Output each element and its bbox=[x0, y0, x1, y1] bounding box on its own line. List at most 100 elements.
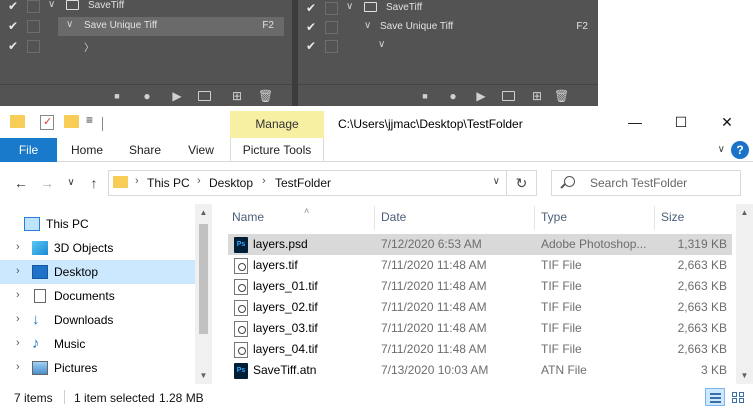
refresh-button[interactable]: ↻ bbox=[506, 171, 536, 195]
breadcrumb-this-pc[interactable]: This PC bbox=[147, 176, 190, 190]
new-action-icon[interactable]: ⊞ bbox=[230, 89, 244, 103]
nav-item-music[interactable]: › ♪ Music bbox=[0, 332, 195, 356]
chevron-down-icon[interactable]: ∨ bbox=[48, 0, 55, 10]
file-row[interactable]: layers_03.tif 7/11/2020 11:48 AM TIF Fil… bbox=[228, 318, 732, 339]
minimize-button[interactable]: — bbox=[612, 106, 658, 138]
address-bar[interactable]: › This PC › Desktop › TestFolder ∨ ↻ bbox=[108, 170, 537, 196]
help-icon[interactable]: ? bbox=[731, 141, 749, 159]
dialog-toggle-box[interactable] bbox=[325, 40, 338, 53]
tab-file[interactable]: File bbox=[0, 138, 57, 162]
file-row[interactable]: Ps SaveTiff.atn 7/13/2020 10:03 AM ATN F… bbox=[228, 360, 732, 381]
nav-item-this-pc[interactable]: This PC bbox=[0, 212, 195, 236]
new-set-folder-icon[interactable] bbox=[198, 91, 211, 101]
scroll-down-icon[interactable]: ▼ bbox=[195, 367, 212, 384]
expand-icon[interactable]: › bbox=[16, 289, 20, 301]
tab-view[interactable]: View bbox=[176, 138, 226, 162]
action-set-row[interactable]: ✔ ∨ SaveTiff bbox=[0, 0, 292, 16]
properties-icon[interactable]: ✓ bbox=[40, 115, 54, 130]
checkmark-icon[interactable]: ✔ bbox=[6, 19, 20, 33]
chevron-down-icon[interactable]: ∨ bbox=[346, 1, 353, 12]
dialog-toggle-box[interactable] bbox=[325, 2, 338, 15]
checkmark-icon[interactable]: ✔ bbox=[304, 1, 318, 15]
checkmark-icon[interactable]: ✔ bbox=[304, 20, 318, 34]
dialog-toggle-box[interactable] bbox=[325, 21, 338, 34]
qat-dropdown-icon[interactable]: ≡ bbox=[86, 113, 93, 127]
column-header-name[interactable]: Name ˄ bbox=[232, 206, 309, 224]
dialog-toggle-box[interactable] bbox=[27, 20, 40, 33]
column-header-date[interactable]: Date bbox=[381, 210, 406, 224]
breadcrumb-separator[interactable]: › bbox=[135, 175, 139, 187]
chevron-down-icon[interactable]: ∨ bbox=[378, 39, 385, 50]
file-list-scrollbar[interactable]: ▲ ▼ bbox=[736, 204, 753, 384]
breadcrumb-separator[interactable]: › bbox=[197, 175, 201, 187]
file-row[interactable]: layers_02.tif 7/11/2020 11:48 AM TIF Fil… bbox=[228, 297, 732, 318]
scroll-up-icon[interactable]: ▲ bbox=[736, 204, 753, 221]
nav-pane-scrollbar[interactable]: ▲ ▼ bbox=[195, 204, 212, 384]
nav-item-documents[interactable]: › Documents bbox=[0, 284, 195, 308]
tab-picture-tools[interactable]: Picture Tools bbox=[230, 138, 324, 162]
play-icon[interactable]: ▶ bbox=[170, 89, 184, 103]
up-button[interactable]: ↑ bbox=[85, 174, 103, 192]
details-view-button[interactable] bbox=[705, 388, 725, 406]
action-set-row[interactable]: ✔ ∨ SaveTiff bbox=[298, 0, 598, 18]
nav-item-pictures[interactable]: › Pictures bbox=[0, 356, 195, 380]
search-box[interactable] bbox=[551, 170, 741, 196]
play-icon[interactable]: ▶ bbox=[474, 89, 488, 103]
tab-home[interactable]: Home bbox=[60, 138, 114, 162]
recent-locations-button[interactable]: ∨ bbox=[62, 174, 80, 192]
breadcrumb-separator[interactable]: › bbox=[262, 175, 266, 187]
tab-share[interactable]: Share bbox=[118, 138, 172, 162]
dialog-toggle-box[interactable] bbox=[27, 0, 40, 13]
expand-icon[interactable]: › bbox=[16, 337, 20, 349]
chevron-down-icon[interactable]: ∨ bbox=[364, 20, 371, 31]
delete-icon[interactable]: 🗑 bbox=[554, 89, 569, 103]
address-dropdown-icon[interactable]: ∨ bbox=[493, 176, 500, 187]
chevron-down-icon[interactable]: ∨ bbox=[66, 19, 73, 30]
record-icon[interactable]: ● bbox=[446, 89, 460, 103]
new-action-icon[interactable]: ⊞ bbox=[530, 89, 544, 103]
expand-icon[interactable]: › bbox=[16, 265, 20, 277]
action-row-selected[interactable]: ∨ Save Unique Tiff F2 bbox=[58, 17, 284, 36]
expand-ribbon-icon[interactable]: ∨ bbox=[718, 144, 725, 155]
nav-item-desktop[interactable]: › Desktop bbox=[0, 260, 195, 284]
forward-button[interactable]: → bbox=[38, 174, 56, 192]
breadcrumb-desktop[interactable]: Desktop bbox=[209, 176, 253, 190]
large-icons-view-button[interactable] bbox=[728, 388, 748, 406]
file-row[interactable]: layers_01.tif 7/11/2020 11:48 AM TIF Fil… bbox=[228, 276, 732, 297]
stop-icon[interactable]: ■ bbox=[110, 89, 124, 103]
breadcrumb-testfolder[interactable]: TestFolder bbox=[275, 176, 331, 190]
checkmark-icon[interactable]: ✔ bbox=[6, 39, 20, 53]
search-input[interactable] bbox=[590, 175, 735, 191]
new-set-folder-icon[interactable] bbox=[502, 91, 515, 101]
action-step-row[interactable]: ✔ ∨ bbox=[298, 37, 598, 56]
column-divider[interactable] bbox=[654, 206, 655, 230]
stop-icon[interactable]: ■ bbox=[418, 89, 432, 103]
checkmark-icon[interactable]: ✔ bbox=[304, 39, 318, 53]
expand-icon[interactable]: › bbox=[16, 313, 20, 325]
expand-icon[interactable]: › bbox=[16, 361, 20, 373]
action-step-row[interactable]: ✔ 〉 bbox=[0, 37, 292, 56]
nav-item-3d-objects[interactable]: › 3D Objects bbox=[0, 236, 195, 260]
column-header-type[interactable]: Type bbox=[541, 210, 567, 224]
scroll-down-icon[interactable]: ▼ bbox=[736, 367, 753, 384]
checkmark-icon[interactable]: ✔ bbox=[6, 0, 20, 13]
expand-icon[interactable]: › bbox=[16, 241, 20, 253]
chevron-right-icon[interactable]: 〉 bbox=[84, 39, 94, 54]
new-folder-icon[interactable] bbox=[64, 115, 79, 128]
file-row[interactable]: layers.tif 7/11/2020 11:48 AM TIF File 2… bbox=[228, 255, 732, 276]
manage-contextual-tab[interactable]: Manage bbox=[230, 111, 324, 138]
nav-item-downloads[interactable]: › ↓ Downloads bbox=[0, 308, 195, 332]
record-icon[interactable]: ● bbox=[140, 89, 154, 103]
file-row[interactable]: layers_04.tif 7/11/2020 11:48 AM TIF Fil… bbox=[228, 339, 732, 360]
delete-icon[interactable]: 🗑 bbox=[258, 89, 273, 103]
column-divider[interactable] bbox=[534, 206, 535, 230]
scroll-up-icon[interactable]: ▲ bbox=[195, 204, 212, 221]
maximize-button[interactable]: ☐ bbox=[658, 106, 704, 138]
column-header-size[interactable]: Size bbox=[661, 210, 684, 224]
column-divider[interactable] bbox=[374, 206, 375, 230]
back-button[interactable]: ← bbox=[12, 174, 30, 192]
scrollbar-thumb[interactable] bbox=[199, 224, 208, 334]
action-row[interactable]: ✔ ∨ Save Unique Tiff F2 bbox=[298, 18, 598, 37]
close-button[interactable]: ✕ bbox=[704, 106, 750, 138]
file-row[interactable]: Ps layers.psd 7/12/2020 6:53 AM Adobe Ph… bbox=[228, 234, 732, 255]
